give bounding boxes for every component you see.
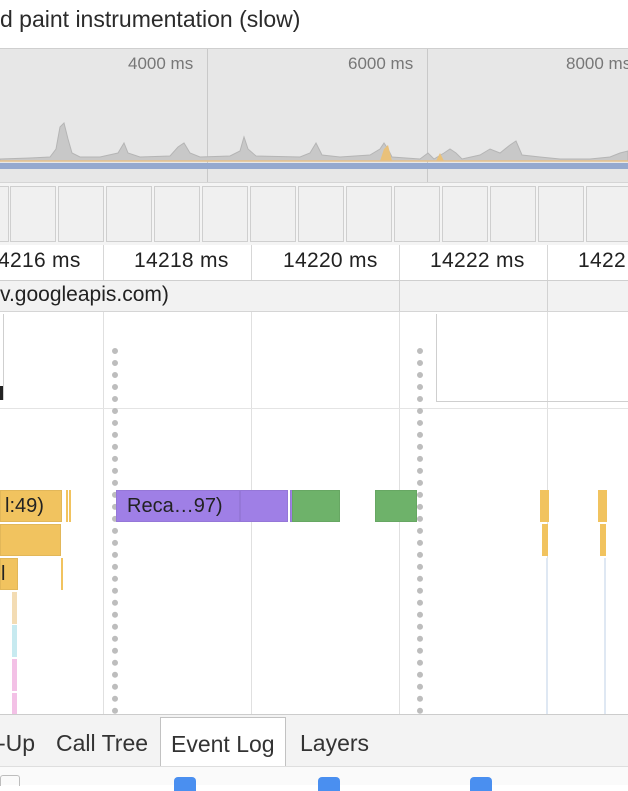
frame-bar[interactable] bbox=[202, 186, 248, 242]
function-call-bar[interactable] bbox=[540, 490, 549, 522]
tab-layers[interactable]: Layers bbox=[300, 717, 369, 767]
function-call-bar[interactable] bbox=[12, 693, 17, 714]
function-call-bar[interactable] bbox=[0, 524, 61, 556]
frame-bar[interactable] bbox=[154, 186, 200, 242]
function-call-bar[interactable] bbox=[12, 659, 17, 691]
frame-box[interactable] bbox=[436, 314, 628, 402]
frames-strip[interactable] bbox=[0, 182, 628, 246]
ruler-gridline bbox=[251, 245, 252, 280]
ruler-tick-14220: 14220 ms bbox=[283, 249, 378, 272]
frame-boundary-marker bbox=[417, 348, 423, 714]
flame-chart[interactable]: l:49) l Reca…97) bbox=[0, 312, 628, 714]
function-call-bar[interactable] bbox=[542, 524, 548, 556]
function-call-bar[interactable]: l bbox=[0, 558, 18, 590]
paint-bar[interactable] bbox=[375, 490, 417, 522]
filter-toolbar bbox=[0, 766, 628, 791]
ruler-gridline bbox=[103, 245, 104, 280]
frame-bar[interactable] bbox=[0, 186, 9, 242]
frame-bar[interactable] bbox=[106, 186, 152, 242]
network-gridline bbox=[547, 281, 548, 311]
ruler-tick-14218: 14218 ms bbox=[134, 249, 229, 272]
tab-call-tree[interactable]: Call Tree bbox=[56, 717, 148, 767]
filter-input[interactable] bbox=[0, 775, 20, 786]
network-gridline bbox=[399, 281, 400, 311]
frame-bar[interactable] bbox=[298, 186, 344, 242]
details-tab-bar: -Up Call Tree Event Log Layers bbox=[0, 714, 628, 767]
frame-bar[interactable] bbox=[250, 186, 296, 242]
paint-instrumentation-label[interactable]: d paint instrumentation (slow) bbox=[0, 6, 300, 33]
ruler-tick-14216: 4216 ms bbox=[0, 249, 81, 272]
cpu-activity-graph bbox=[0, 122, 628, 169]
network-lane bbox=[0, 163, 628, 169]
cpu-activity-area bbox=[0, 122, 628, 162]
rendering-bar[interactable] bbox=[240, 490, 288, 522]
function-call-bar[interactable]: l:49) bbox=[0, 490, 62, 522]
frame-bar[interactable] bbox=[490, 186, 536, 242]
tab-event-log[interactable]: Event Log bbox=[160, 717, 286, 767]
flame-gridline bbox=[103, 312, 104, 714]
checkbox-icon[interactable] bbox=[174, 777, 196, 791]
frame-bar[interactable] bbox=[394, 186, 440, 242]
frame-bar[interactable] bbox=[10, 186, 56, 242]
frame-bar[interactable] bbox=[538, 186, 584, 242]
function-call-bar[interactable] bbox=[61, 558, 63, 590]
function-call-bar[interactable] bbox=[12, 592, 17, 624]
function-call-bar[interactable] bbox=[66, 490, 68, 522]
network-request-row[interactable]: v.googleapis.com) bbox=[0, 281, 628, 312]
recalculate-style-bar[interactable]: Reca…97) bbox=[116, 490, 240, 522]
ruler-tick-14222: 14222 ms bbox=[430, 249, 525, 272]
function-call-bar[interactable] bbox=[598, 490, 607, 522]
function-call-bar[interactable] bbox=[600, 524, 606, 556]
time-ruler[interactable]: 4216 ms 14218 ms 14220 ms 14222 ms 1422 bbox=[0, 245, 628, 281]
frame-bar[interactable] bbox=[58, 186, 104, 242]
function-call-bar[interactable] bbox=[69, 490, 71, 522]
frame-bar[interactable] bbox=[442, 186, 488, 242]
ruler-tick-14224: 1422 bbox=[578, 249, 626, 272]
track-divider bbox=[0, 408, 628, 409]
function-call-bar[interactable] bbox=[546, 558, 548, 714]
network-request-label: v.googleapis.com) bbox=[0, 283, 169, 306]
timeline-overview[interactable]: 4000 ms 6000 ms 8000 ms bbox=[0, 48, 628, 183]
ruler-gridline bbox=[547, 245, 548, 280]
frame-bar[interactable] bbox=[586, 186, 628, 242]
frame-box-marker bbox=[0, 386, 3, 400]
checkbox-icon[interactable] bbox=[470, 777, 492, 791]
function-call-bar[interactable] bbox=[604, 558, 606, 714]
tab-bottom-up[interactable]: -Up bbox=[0, 717, 35, 767]
paint-bar[interactable] bbox=[292, 490, 340, 522]
ruler-gridline bbox=[399, 245, 400, 280]
function-call-bar[interactable] bbox=[12, 625, 17, 657]
frame-bar[interactable] bbox=[346, 186, 392, 242]
checkbox-icon[interactable] bbox=[318, 777, 340, 791]
frame-boundary-marker bbox=[112, 348, 118, 714]
